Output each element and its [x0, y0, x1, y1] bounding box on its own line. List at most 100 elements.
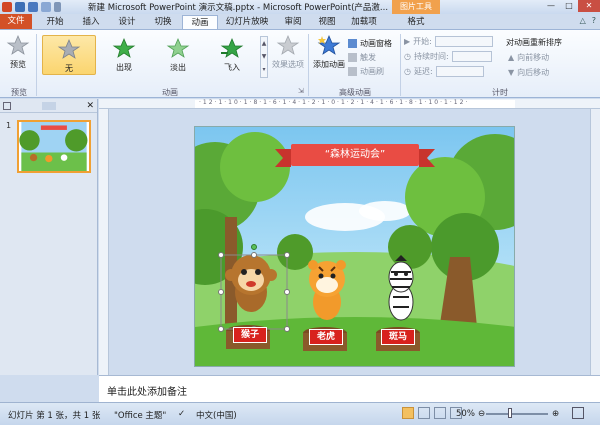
panel-close-icon[interactable]: ✕ [86, 101, 94, 111]
move-later-button[interactable]: ▼ 向后移动 [508, 67, 549, 78]
reading-view-icon[interactable] [434, 407, 446, 419]
tab-animations[interactable]: 动画 [182, 15, 218, 29]
language-indicator[interactable]: 中文(中国) [196, 409, 237, 421]
preview-label: 预览 [10, 60, 26, 69]
close-icon[interactable]: ✕ [578, 0, 600, 12]
window-title: 新建 Microsoft PowerPoint 演示文稿.pptx - Micr… [88, 3, 389, 13]
zoom-in-icon[interactable]: ⊕ [552, 409, 559, 419]
vertical-scrollbar[interactable] [590, 109, 600, 375]
fit-to-window-icon[interactable] [572, 407, 584, 419]
animation-none-label: 无 [65, 64, 73, 73]
animation-fly-in-label: 飞入 [224, 63, 240, 72]
duration-icon: ◷ [404, 52, 411, 61]
preview-button[interactable]: 预览 [4, 34, 32, 82]
tab-home[interactable]: 开始 [40, 15, 70, 29]
zoom-slider-thumb[interactable] [508, 408, 512, 418]
normal-view-icon[interactable] [402, 407, 414, 419]
window-controls: — □ ✕ [542, 0, 600, 12]
thumbnail-scene [19, 122, 88, 171]
preview-star-icon [6, 34, 30, 55]
theme-name[interactable]: "Office 主题" [114, 409, 166, 421]
animation-appear[interactable]: 出现 [98, 35, 150, 75]
collapse-ribbon-icon[interactable]: △ [580, 16, 586, 25]
down-arrow-icon: ▼ [508, 68, 515, 77]
tab-review[interactable]: 审阅 [278, 15, 308, 29]
delay-label: 延迟: [413, 67, 433, 76]
slide-canvas[interactable]: “森林运动会” 猴子 老虎 斑马 [194, 126, 515, 367]
effect-options-button[interactable]: 效果选项 [270, 34, 306, 82]
label-tiger[interactable]: 老虎 [309, 329, 343, 345]
animation-pane-icon [348, 39, 357, 48]
animation-fly-in[interactable]: 飞入 [206, 35, 258, 75]
label-zebra[interactable]: 斑马 [381, 329, 415, 345]
add-animation-button[interactable]: 添加动画 [312, 34, 346, 84]
animation-pane-button[interactable]: 动画窗格 [348, 38, 392, 49]
tab-insert[interactable]: 插入 [76, 15, 106, 29]
save-icon[interactable] [15, 2, 25, 12]
move-earlier-button[interactable]: ▲ 向前移动 [508, 52, 549, 63]
tab-transitions[interactable]: 切换 [148, 15, 178, 29]
slide-thumbnail[interactable] [17, 120, 91, 173]
notes-pane[interactable]: 单击此处添加备注 [99, 375, 600, 402]
delay-field[interactable]: ◷ 延迟: [404, 66, 484, 77]
redo-icon[interactable] [41, 2, 51, 12]
gallery-scroll[interactable]: ▲ ▼ ▾ [260, 36, 268, 78]
help-icon[interactable]: ? [592, 16, 596, 25]
tab-file[interactable]: 文件 [0, 14, 32, 29]
minimize-icon[interactable]: — [542, 0, 560, 12]
title-bar: 新建 Microsoft PowerPoint 演示文稿.pptx - Micr… [0, 0, 600, 14]
ribbon-right-controls: △ ? [580, 16, 596, 25]
add-animation-label: 添加动画 [313, 60, 345, 69]
duration-label: 持续时间: [413, 52, 449, 61]
animation-painter-button[interactable]: 动画刷 [348, 66, 384, 77]
group-label-timing: 计时 [492, 88, 508, 97]
zoom-level[interactable]: 50% [456, 409, 475, 419]
animation-dialog-launcher-icon[interactable]: ⇲ [298, 87, 304, 95]
maximize-icon[interactable]: □ [560, 0, 578, 12]
duration-field[interactable]: ◷ 持续时间: [404, 51, 492, 62]
slides-panel: ✕ 1 [0, 99, 98, 375]
add-animation-icon [317, 34, 341, 55]
undo-icon[interactable] [28, 2, 38, 12]
start-field[interactable]: ▶ 开始: [404, 36, 493, 47]
notes-placeholder: 单击此处添加备注 [107, 387, 187, 398]
effect-options-icon [276, 34, 300, 55]
star-none-icon [57, 38, 81, 59]
tab-format[interactable]: 格式 [392, 15, 440, 29]
delay-input[interactable] [435, 66, 484, 77]
slide-thumb-number: 1 [6, 121, 12, 130]
slide-sorter-icon[interactable] [418, 407, 430, 419]
group-label-preview: 预览 [11, 88, 27, 97]
tab-slideshow[interactable]: 幻灯片放映 [222, 15, 272, 29]
customize-qat-icon[interactable] [54, 2, 61, 12]
context-tab-picture-tools: 图片工具 [392, 0, 440, 14]
animation-fade-label: 淡出 [170, 63, 186, 72]
start-icon: ▶ [404, 37, 411, 46]
animation-appear-label: 出现 [116, 63, 132, 72]
start-select[interactable] [434, 36, 493, 47]
powerpoint-logo-icon [2, 2, 12, 12]
zoom-slider-track[interactable] [486, 413, 548, 415]
spellcheck-icon[interactable]: ✓ [178, 409, 185, 419]
quick-access-toolbar [0, 2, 61, 12]
ribbon-tabs: 文件 开始 插入 设计 切换 动画 幻灯片放映 审阅 视图 加载项 格式 △ ? [0, 14, 600, 29]
label-monkey[interactable]: 猴子 [233, 327, 267, 343]
slide-title-banner[interactable]: “森林运动会” [291, 144, 419, 166]
tab-addins[interactable]: 加载项 [346, 15, 382, 29]
tab-view[interactable]: 视图 [312, 15, 342, 29]
zoom-out-icon[interactable]: ⊖ [478, 409, 485, 419]
trigger-label: 触发 [360, 53, 376, 62]
group-label-advanced: 高级动画 [339, 88, 371, 97]
effect-options-label: 效果选项 [272, 60, 304, 69]
slides-panel-header: ✕ [0, 99, 97, 113]
duration-input[interactable] [451, 51, 492, 62]
trigger-button[interactable]: 触发 [348, 52, 376, 63]
up-arrow-icon: ▲ [508, 53, 515, 62]
animation-fade[interactable]: 淡出 [152, 35, 204, 75]
slides-tab-icon[interactable] [3, 101, 11, 110]
animation-painter-icon [348, 67, 357, 76]
animation-none[interactable]: 无 [42, 35, 96, 75]
vertical-ruler [99, 109, 109, 375]
tab-design[interactable]: 设计 [112, 15, 142, 29]
outline-tab-icon[interactable] [41, 101, 56, 110]
